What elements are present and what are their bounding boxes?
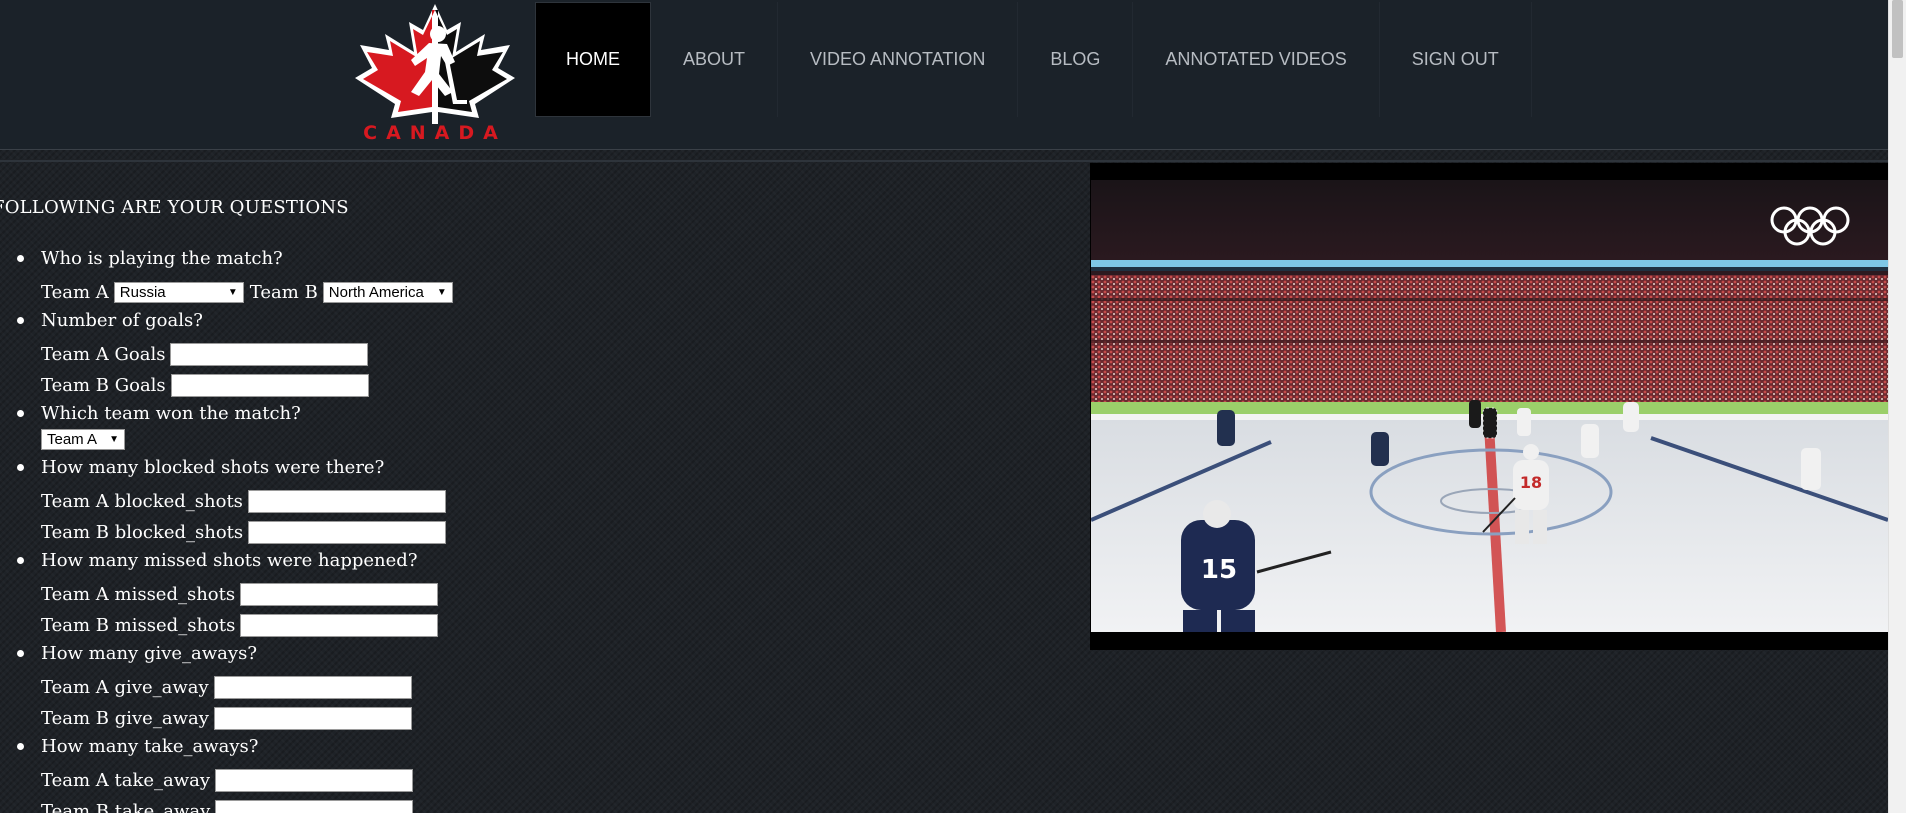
hockey-canada-logo[interactable]: CANADA: [335, 0, 535, 148]
team-a-missed-label: Team A missed_shots: [41, 584, 236, 605]
site-header: CANADA HOME ABOUT VIDEO ANNOTATION BLOG …: [0, 0, 1888, 150]
team-b-select[interactable]: North America ▼: [322, 282, 453, 303]
question-text: Which team won the match?: [41, 403, 301, 424]
team-b-blocked-input[interactable]: [248, 521, 447, 544]
team-b-giveaway-label: Team B give_away: [41, 708, 209, 729]
player-number-15: 15: [1201, 555, 1237, 585]
page-scrollbar[interactable]: [1888, 0, 1906, 813]
team-b-giveaway-input[interactable]: [213, 707, 412, 730]
team-b-selected-value: North America: [328, 284, 424, 301]
question-goals: Number of goals? Team A Goals Team B Goa…: [17, 308, 1041, 401]
team-a-blocked-input[interactable]: [247, 490, 446, 513]
nav-sign-out[interactable]: SIGN OUT: [1380, 2, 1532, 117]
video-frame[interactable]: 15 18: [1091, 180, 1888, 632]
team-b-missed-label: Team B missed_shots: [41, 615, 236, 636]
team-a-selected-value: Russia: [119, 284, 166, 301]
team-b-blocked-label: Team B blocked_shots: [41, 522, 244, 543]
main-nav: HOME ABOUT VIDEO ANNOTATION BLOG ANNOTAT…: [535, 2, 1532, 117]
questions-title: FOLLOWING ARE YOUR QUESTIONS: [0, 197, 349, 218]
winner-selected-value: Team A: [47, 430, 98, 448]
team-a-giveaway-input[interactable]: [213, 676, 412, 699]
question-blocked-shots: How many blocked shots were there? Team …: [17, 455, 1041, 548]
question-text: How many take_aways?: [41, 736, 259, 757]
nav-home[interactable]: HOME: [535, 2, 651, 117]
player-number-18: 18: [1520, 473, 1542, 492]
nav-about[interactable]: ABOUT: [651, 2, 779, 117]
team-b-takeaway-input[interactable]: [215, 800, 414, 813]
question-teams: Who is playing the match? Team A Russia …: [17, 246, 1041, 308]
team-b-takeaway-label: Team B take_away: [41, 801, 211, 813]
nav-annotated-videos[interactable]: ANNOTATED VIDEOS: [1133, 2, 1380, 117]
team-a-takeaway-label: Team A take_away: [41, 770, 211, 791]
team-b-goals-input[interactable]: [170, 374, 369, 397]
dropdown-arrow-icon: ▼: [436, 287, 447, 298]
question-text: How many give_aways?: [41, 643, 257, 664]
team-b-goals-label: Team B Goals: [41, 375, 166, 396]
question-give-aways: How many give_aways? Team A give_away Te…: [17, 641, 1041, 734]
header-divider: [0, 160, 1888, 162]
question-winner: Which team won the match? Team A ▼: [17, 401, 1041, 451]
maple-leaf-icon: [355, 4, 515, 124]
team-a-goals-label: Team A Goals: [41, 344, 166, 365]
nav-video-annotation[interactable]: VIDEO ANNOTATION: [778, 2, 1019, 117]
team-a-select[interactable]: Russia ▼: [113, 282, 244, 303]
question-text: Who is playing the match?: [41, 248, 283, 269]
question-text: How many blocked shots were there?: [41, 457, 385, 478]
question-text: How many missed shots were happened?: [41, 550, 418, 571]
team-a-missed-input[interactable]: [240, 583, 439, 606]
logo-wordmark: CANADA: [363, 122, 507, 144]
question-take-aways: How many take_aways? Team A take_away Te…: [17, 734, 1041, 813]
dropdown-arrow-icon: ▼: [109, 433, 119, 445]
team-b-label: Team B: [249, 282, 318, 303]
question-missed-shots: How many missed shots were happened? Tea…: [17, 548, 1041, 641]
team-a-label: Team A: [41, 282, 109, 303]
team-a-blocked-label: Team A blocked_shots: [41, 491, 243, 512]
questions-list: Who is playing the match? Team A Russia …: [17, 246, 1041, 813]
team-a-giveaway-label: Team A give_away: [41, 677, 209, 698]
team-b-missed-input[interactable]: [240, 614, 439, 637]
dropdown-arrow-icon: ▼: [227, 287, 238, 298]
hockey-rink-scene: 15 18: [1091, 180, 1888, 632]
video-player[interactable]: 15 18: [1090, 163, 1888, 650]
team-a-takeaway-input[interactable]: [215, 769, 414, 792]
nav-blog[interactable]: BLOG: [1018, 2, 1134, 117]
team-a-goals-input[interactable]: [170, 343, 369, 366]
question-text: Number of goals?: [41, 310, 203, 331]
winner-select[interactable]: Team A ▼: [41, 428, 125, 450]
scrollbar-thumb[interactable]: [1892, 0, 1903, 58]
